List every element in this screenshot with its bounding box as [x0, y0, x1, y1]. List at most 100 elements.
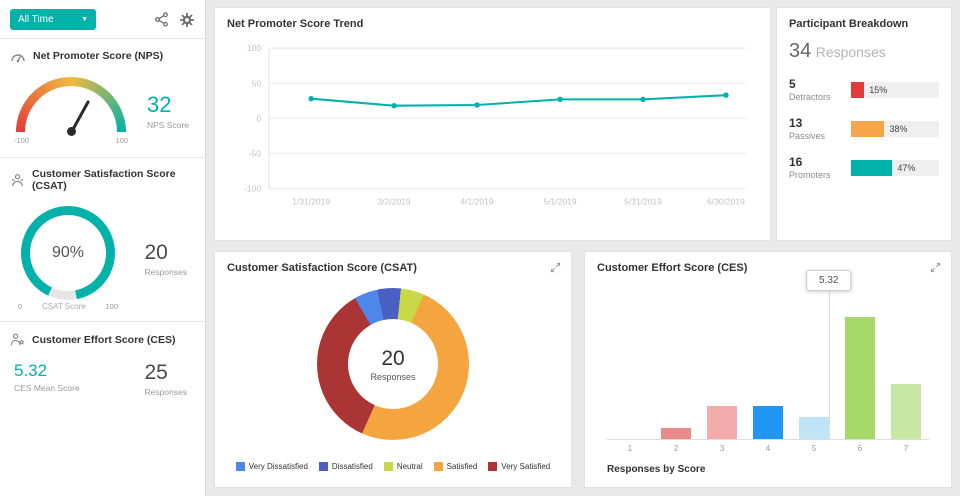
nps-trend-chart: 100500-50-1001/31/20193/2/20194/1/20195/…	[227, 36, 758, 224]
passives-bar-fill	[851, 121, 884, 137]
bar-score-2	[661, 428, 691, 439]
csat-gauge-max: 100	[105, 302, 118, 311]
csat-section-title: Customer Satisfaction Score (CSAT)	[32, 168, 195, 192]
csat-donut-value: 20	[381, 347, 404, 371]
x-tick-label: 4	[745, 444, 791, 453]
svg-text:6/30/2019: 6/30/2019	[707, 197, 745, 207]
promoters-count: 16	[789, 155, 851, 169]
ces-section-header: Customer Effort Score (CES)	[0, 322, 205, 353]
bar-score-4	[753, 406, 783, 439]
participant-total-label: Responses	[816, 44, 886, 60]
csat-legend: Very Dissatisfied Dissatisfied Neutral Sati…	[227, 462, 559, 471]
ces-section-title: Customer Effort Score (CES)	[32, 334, 176, 346]
x-tick-label: 2	[653, 444, 699, 453]
csat-donut-chart: 20 Responses	[317, 288, 469, 440]
ces-responses-value: 25	[144, 361, 187, 385]
promoters-percent: 47%	[897, 163, 915, 173]
bar-score-5	[799, 417, 829, 439]
ces-chart-area: 5.32 1234567	[607, 278, 929, 454]
legend-label: Dissatisfied	[332, 462, 373, 471]
person-star-icon	[10, 332, 25, 347]
csat-card-title: Customer Satisfaction Score (CSAT)	[227, 262, 559, 274]
detractors-bar-track: 15%	[851, 82, 939, 98]
legend-item-dissatisfied[interactable]: Dissatisfied	[319, 462, 373, 471]
ces-section: Customer Effort Score (CES) 5.32 CES Mea…	[0, 321, 205, 411]
participant-total-value: 34	[789, 40, 811, 62]
passives-bar-track: 38%	[851, 121, 939, 137]
ces-x-axis: 1234567	[607, 444, 929, 453]
nps-section-title: Net Promoter Score (NPS)	[33, 50, 163, 62]
svg-text:-50: -50	[249, 148, 262, 158]
x-tick-label: 6	[837, 444, 883, 453]
ces-bar-chart	[607, 304, 929, 440]
nps-gauge-hub	[67, 127, 76, 136]
nps-gauge: -100 100	[12, 77, 130, 145]
nps-trend-card: Net Promoter Score Trend 100500-50-1001/…	[214, 7, 771, 241]
bar-slot-3	[699, 406, 745, 439]
participant-breakdown-card: Participant Breakdown 34 Responses 5 Det…	[776, 7, 952, 241]
svg-text:0: 0	[256, 113, 261, 123]
detractors-count: 5	[789, 77, 851, 91]
gauge-icon	[10, 49, 26, 63]
ces-mean-tooltip: 5.32	[806, 270, 851, 291]
x-tick-label: 5	[791, 444, 837, 453]
passives-percent: 38%	[889, 124, 907, 134]
person-icon	[10, 173, 25, 188]
expand-icon	[550, 262, 561, 273]
legend-swatch	[236, 462, 245, 471]
nps-gauge-max: 100	[115, 136, 128, 145]
ces-card-title: Customer Effort Score (CES)	[597, 262, 939, 274]
legend-swatch	[319, 462, 328, 471]
share-button[interactable]	[154, 12, 169, 27]
nps-score-value: 32	[147, 92, 189, 118]
svg-text:-100: -100	[244, 183, 261, 193]
bar-slot-7	[883, 384, 929, 439]
bottom-row: Customer Satisfaction Score (CSAT) 20 Re…	[214, 251, 952, 488]
bar-slot-6	[837, 317, 883, 439]
sidebar: All Time ▼	[0, 0, 206, 496]
ces-expand-button[interactable]	[928, 260, 943, 275]
share-icon	[154, 12, 169, 27]
legend-item-very-dissatisfied[interactable]: Very Dissatisfied	[236, 462, 308, 471]
dashboard: All Time ▼	[0, 0, 960, 496]
svg-text:3/2/2019: 3/2/2019	[378, 197, 411, 207]
gear-icon	[179, 12, 195, 28]
legend-swatch	[434, 462, 443, 471]
svg-text:1/31/2019: 1/31/2019	[292, 197, 330, 207]
svg-text:5/1/2019: 5/1/2019	[543, 197, 576, 207]
settings-button[interactable]	[179, 12, 195, 28]
csat-donut-label: Responses	[370, 372, 415, 382]
participant-breakdown-title: Participant Breakdown	[789, 18, 939, 30]
legend-item-neutral[interactable]: Neutral	[384, 462, 423, 471]
time-filter-label: All Time	[18, 14, 54, 25]
legend-item-very-satisfied[interactable]: Very Satisfied	[488, 462, 550, 471]
chevron-down-icon: ▼	[81, 16, 88, 23]
promoters-bar-track: 47%	[851, 160, 939, 176]
participant-row-detractors: 5 Detractors 15%	[789, 77, 939, 102]
ces-axis-title: Responses by Score	[607, 464, 929, 475]
bar-score-3	[707, 406, 737, 439]
bar-slot-4	[745, 406, 791, 439]
legend-item-satisfied[interactable]: Satisfied	[434, 462, 478, 471]
csat-section: Customer Satisfaction Score (CSAT) 90% 0…	[0, 157, 205, 321]
csat-donut-center: 20 Responses	[348, 319, 438, 409]
legend-swatch	[384, 462, 393, 471]
x-tick-label: 7	[883, 444, 929, 453]
legend-swatch	[488, 462, 497, 471]
csat-expand-button[interactable]	[548, 260, 563, 275]
bar-slot-5	[791, 417, 837, 439]
x-tick-label: 3	[699, 444, 745, 453]
time-filter-dropdown[interactable]: All Time ▼	[10, 9, 96, 30]
csat-section-header: Customer Satisfaction Score (CSAT)	[0, 158, 205, 198]
detractors-bar-fill	[851, 82, 864, 98]
ces-mean-marker-line	[829, 284, 830, 439]
svg-text:5/31/2019: 5/31/2019	[624, 197, 662, 207]
top-row: Net Promoter Score Trend 100500-50-1001/…	[214, 7, 952, 241]
participant-row-passives: 13 Passives 38%	[789, 116, 939, 141]
legend-label: Very Dissatisfied	[249, 462, 308, 471]
sidebar-toolbar: All Time ▼	[0, 0, 205, 38]
nps-body: -100 100 32 NPS Score	[0, 69, 205, 157]
passives-label: Passives	[789, 131, 851, 141]
svg-text:100: 100	[247, 43, 261, 53]
nps-trend-title: Net Promoter Score Trend	[227, 18, 758, 30]
